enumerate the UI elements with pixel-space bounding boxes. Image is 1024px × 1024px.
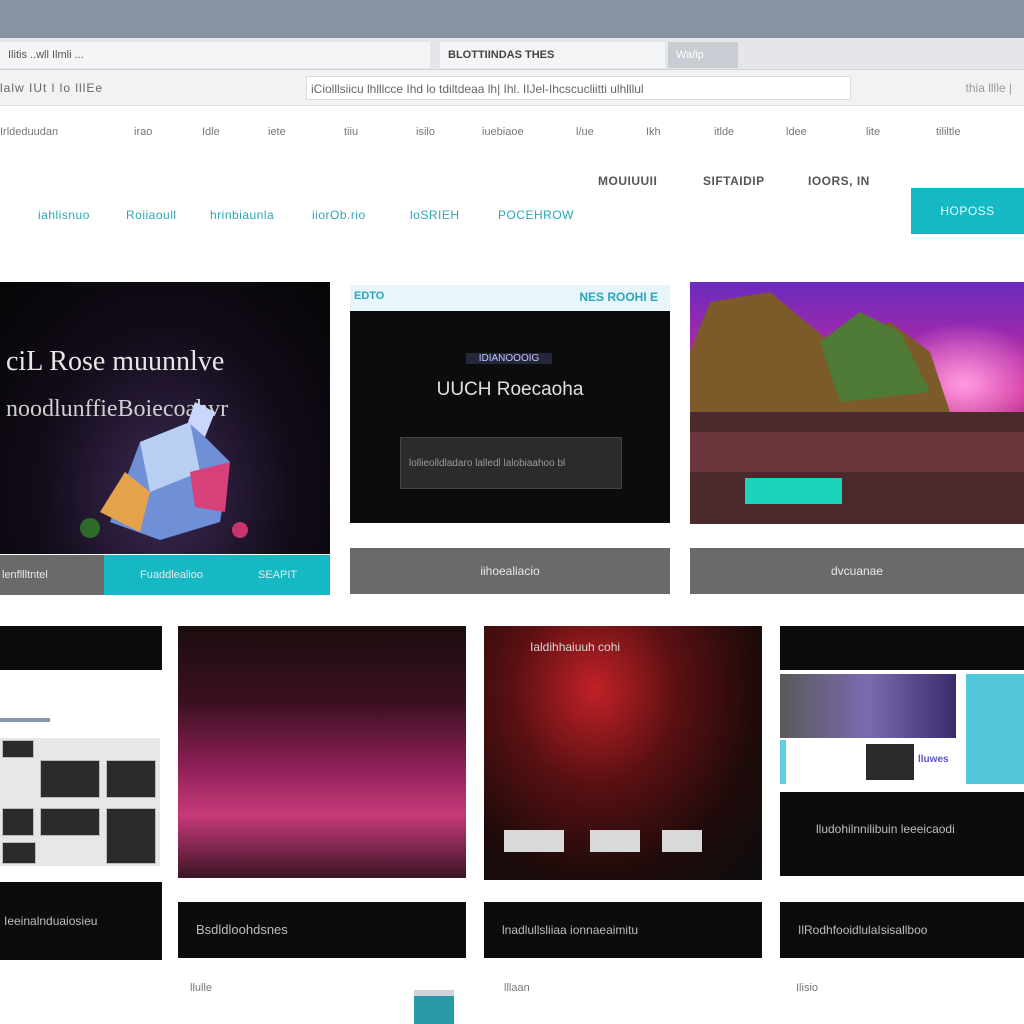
bookmark-item[interactable]: Ikh [646, 126, 661, 138]
hero-2-title: UUCH Roecaoha [436, 379, 584, 400]
bookmark-item[interactable]: Idle [202, 126, 220, 138]
footer-link-3[interactable]: Ilisio [796, 982, 818, 994]
nav-link-3[interactable]: hrinbiaunla [210, 208, 274, 222]
grid-pink-card[interactable] [178, 626, 466, 878]
address-row: lalw IUt l lo lllEe iCiolllsiicu lhlllcc… [0, 70, 1024, 106]
grid-left-bottom[interactable]: Ieeinalnduaiosieu [0, 882, 162, 960]
nav-link-1[interactable]: iahlisnuo [38, 208, 90, 222]
red-card-button-2[interactable] [590, 830, 640, 852]
tab-3[interactable]: Wa/ip [668, 42, 738, 68]
red-card-button-3[interactable] [662, 830, 702, 852]
hero-1-title: ciL Rose muunnlve [6, 346, 225, 377]
nav-link-6[interactable]: POCEHROW [498, 208, 574, 222]
util-link-3[interactable]: IOORS, IN [808, 174, 870, 188]
address-bar[interactable]: iCiolllsiicu lhlllcce Ihd lo tdiltdeaa l… [306, 76, 851, 100]
hero-2-search-input[interactable]: lollieolldladaro lalledl lalobiaahoo bl [400, 437, 622, 489]
grid-right-side-panel[interactable] [966, 674, 1024, 784]
bookmark-item[interactable]: tililtle [936, 126, 960, 138]
cta-button[interactable]: HOPOSS [911, 188, 1024, 234]
hero-2-banner-left: EDTO [354, 290, 385, 302]
grid-right-thumbnail[interactable] [780, 674, 956, 738]
hero-2-strip[interactable]: iihoealiacio [350, 548, 670, 594]
grid-right-product-label: lluwes [918, 754, 949, 765]
crystal-illustration [80, 402, 248, 540]
grid-left-top[interactable] [0, 626, 162, 670]
bookmark-item[interactable]: itlde [714, 126, 734, 138]
hero-card-3[interactable] [690, 282, 1024, 524]
nav-link-2[interactable]: Roiiaoull [126, 208, 177, 222]
grid-pink-bottom[interactable]: Bsdldloohdsnes [178, 902, 466, 958]
footer-link-2[interactable]: lllaan [504, 982, 530, 994]
bookmark-item[interactable]: l/ue [576, 126, 594, 138]
footer-scroll-button[interactable] [414, 990, 454, 1024]
hero-2-banner-right: NES ROOHI E [579, 290, 658, 304]
bookmark-item[interactable]: iuebiaoe [482, 126, 524, 138]
bookmark-item[interactable]: Irldeduudan [0, 126, 58, 138]
hero-3-button[interactable] [745, 478, 842, 504]
hero-1-strip-right[interactable]: SEAPIT [254, 555, 330, 595]
hero-1-strip-mid[interactable]: Fuaddlealioo [104, 555, 254, 595]
hero-1-strip-left[interactable]: lenfllltntel [0, 555, 104, 595]
bookmark-item[interactable]: iete [268, 126, 286, 138]
bookmark-item[interactable]: isilo [416, 126, 435, 138]
address-actions[interactable]: thia lllle | [860, 76, 1024, 100]
red-card-button-1[interactable] [504, 830, 564, 852]
grid-right-mid-text: lludohilnnilibuin leeeicaodi [816, 822, 955, 836]
footer-link-1[interactable]: llulle [190, 982, 212, 994]
browser-tab-bar: Ilitis ..wll Ilmli ... BLOTTIINDAS THES … [0, 38, 1024, 70]
bookmark-item[interactable]: tiiu [344, 126, 358, 138]
nav-link-4[interactable]: iiorOb.rio [312, 208, 366, 222]
grid-right-mid[interactable]: lludohilnnilibuin leeeicaodi [780, 792, 1024, 876]
grid-red-card[interactable]: Ialdihhaiuuh cohi [484, 626, 762, 880]
util-link-1[interactable]: MOUIUUII [598, 174, 657, 188]
nav-link-5[interactable]: loSRIEH [410, 208, 460, 222]
os-top-bar [0, 0, 1024, 38]
hero-2-banner: EDTO NES ROOHI E [350, 285, 670, 311]
red-card-caption: Ialdihhaiuuh cohi [530, 640, 621, 654]
hero-card-2[interactable]: IDIANOOOIG UUCH Roecaoha lollieolldladar… [350, 311, 670, 523]
hero-card-1[interactable]: ciL Rose muunnlve noodlunffieBoiecoahvr [0, 282, 330, 554]
tab-1[interactable]: Ilitis ..wll Ilmli ... [0, 42, 430, 68]
bookmark-item[interactable]: ldee [786, 126, 807, 138]
grid-right-bottom[interactable]: IlRodhfooidlulaIsisallboo [780, 902, 1024, 958]
tab-2[interactable]: BLOTTIINDAS THES [440, 42, 665, 68]
util-link-2[interactable]: SIFTAIDIP [703, 174, 765, 188]
hero-2-kicker: IDIANOOOIG [466, 353, 552, 364]
bookmark-item[interactable]: irao [134, 126, 152, 138]
device-image [866, 744, 914, 780]
shelf-image [0, 738, 160, 866]
bookmarks-bar: Irldeduudan irao Idle iete tiiu isilo iu… [0, 118, 1024, 148]
divider [0, 718, 50, 722]
landscape-image [690, 282, 1024, 524]
grid-red-bottom[interactable]: lnadlullsliiaa ionnaeaimitu [484, 902, 762, 958]
bookmark-item[interactable]: lite [866, 126, 880, 138]
grid-right-product[interactable]: lluwes [780, 740, 956, 784]
hero-3-strip[interactable]: dvcuanae [690, 548, 1024, 594]
nav-controls[interactable]: lalw IUt l lo lllEe [0, 76, 300, 100]
grid-right-top[interactable] [780, 626, 1024, 670]
